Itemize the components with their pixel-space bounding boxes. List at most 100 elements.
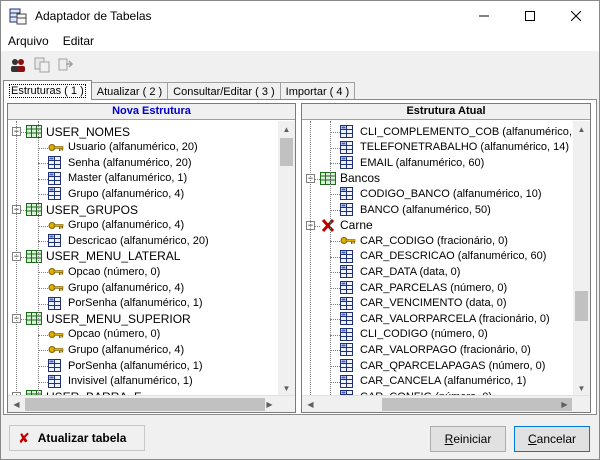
tree-field-node[interactable]: Invisivel (alfanumérico, 1) xyxy=(48,374,193,389)
tree-field-node[interactable]: Grupo (alfanumérico, 4) xyxy=(48,342,184,357)
reset-button[interactable]: Reiniciar xyxy=(430,426,506,452)
field-icon xyxy=(48,359,64,372)
tree-table-node[interactable]: USER_MENU_LATERAL xyxy=(26,249,180,264)
table-copy-icon xyxy=(34,57,50,73)
tab-label: Consultar/Editar ( 3 ) xyxy=(173,85,275,98)
tree-field-node[interactable]: CAR_DESCRICAO (alfanumérico, 60) xyxy=(340,249,546,264)
tree-connector xyxy=(38,241,48,243)
tree-field-node[interactable]: Descricao (alfanumérico, 20) xyxy=(48,233,209,248)
field-icon xyxy=(340,281,356,294)
field-icon xyxy=(340,125,356,138)
tree-field-node[interactable]: EMAIL (alfanumérico, 60) xyxy=(340,155,484,170)
tree-field-node[interactable]: CODIGO_BANCO (alfanumérico, 10) xyxy=(340,186,542,201)
tree-connector xyxy=(38,381,48,383)
tree-connector xyxy=(330,303,340,305)
update-table-button[interactable]: ✘ Atualizar tabela xyxy=(9,425,145,451)
table-icon xyxy=(26,203,42,216)
tree-connector xyxy=(330,147,340,149)
scroll-right-icon[interactable]: ▶ xyxy=(556,396,573,412)
field-icon xyxy=(48,374,64,388)
tree-field-node[interactable]: CAR_VALORPARCELA (fracionário, 0) xyxy=(340,311,550,326)
tree-field-node[interactable]: CAR_CANCELA (alfanumérico, 1) xyxy=(340,374,526,389)
tree-field-node[interactable]: Usuario (alfanumérico, 20) xyxy=(48,140,198,155)
tree-table-node[interactable]: Carne xyxy=(320,218,373,233)
tab-estruturas[interactable]: Estruturas ( 1 ) xyxy=(3,80,92,100)
tree-field-node[interactable]: CLI_COMPLEMENTO_COB (alfanumérico, 30) xyxy=(340,124,590,139)
current-structure-header: Estrutura Atual xyxy=(302,104,590,120)
scroll-right-icon[interactable]: ▶ xyxy=(261,396,278,412)
cancel-button[interactable]: Cancelar xyxy=(514,426,590,452)
tree-node-label: Usuario (alfanumérico, 20) xyxy=(68,141,198,154)
tree-field-node[interactable]: Master (alfanumérico, 1) xyxy=(48,171,187,186)
tree-node-label: CAR_DESCRICAO (alfanumérico, 60) xyxy=(360,250,547,263)
tree-field-node[interactable]: PorSenha (alfanumérico, 1) xyxy=(48,358,203,373)
menu-bar: Arquivo Editar xyxy=(1,31,599,51)
tree-connector xyxy=(38,225,48,227)
maximize-button[interactable] xyxy=(507,1,553,31)
field-icon xyxy=(48,171,64,185)
tree-field-node[interactable]: CLI_CODIGO (número, 0) xyxy=(340,327,488,342)
scroll-up-icon[interactable]: ▲ xyxy=(278,121,295,138)
tree-connector xyxy=(330,288,340,289)
right-vertical-scrollbar[interactable]: ▲ ▼ xyxy=(573,121,590,397)
tree-field-node[interactable]: BANCO (alfanumérico, 50) xyxy=(340,202,491,217)
scroll-up-icon[interactable]: ▲ xyxy=(573,121,590,138)
scroll-thumb[interactable] xyxy=(575,291,588,321)
tree-connector xyxy=(38,194,48,196)
close-button[interactable] xyxy=(553,1,599,31)
left-horizontal-scrollbar[interactable]: ◀ ▶ xyxy=(8,395,295,412)
tree-table-node[interactable]: USER_MENU_SUPERIOR xyxy=(26,311,191,326)
key-icon xyxy=(48,281,64,294)
right-horizontal-scrollbar[interactable]: ◀ ▶ xyxy=(302,395,590,412)
scroll-thumb[interactable] xyxy=(280,138,293,166)
scroll-left-icon[interactable]: ◀ xyxy=(8,396,25,412)
tree-field-node[interactable]: Senha (alfanumérico, 20) xyxy=(48,155,192,170)
tree-field-node[interactable]: Grupo (alfanumérico, 4) xyxy=(48,186,184,201)
tree-field-node[interactable]: CAR_PARCELAS (número, 0) xyxy=(340,280,507,295)
field-icon xyxy=(340,140,356,154)
tree-field-node[interactable]: CAR_QPARCELAPAGAS (número, 0) xyxy=(340,358,545,373)
tree-field-node[interactable]: Opcao (número, 0) xyxy=(48,264,160,279)
tree-node-label: Descricao (alfanumérico, 20) xyxy=(68,234,209,247)
minimize-button[interactable] xyxy=(461,1,507,31)
tree-field-node[interactable]: CAR_CODIGO (fracionário, 0) xyxy=(340,233,508,248)
menu-arquivo[interactable]: Arquivo xyxy=(1,34,56,48)
table-icon xyxy=(26,312,42,326)
tree-field-node[interactable]: PorSenha (alfanumérico, 1) xyxy=(48,296,203,311)
tree-field-node[interactable]: Grupo (alfanumérico, 4) xyxy=(48,218,184,233)
table-copy-button[interactable] xyxy=(31,54,53,76)
tree-table-node[interactable]: USER_NOMES xyxy=(26,124,130,139)
tree-field-node[interactable]: TELEFONETRABALHO (alfanumérico, 14) xyxy=(340,140,569,155)
new-structure-tree[interactable]: USER_NOMES − Usuario (alfanumérico, 20) Sen… xyxy=(8,121,295,397)
cancel-label: Cancelar xyxy=(527,432,577,446)
users-icon xyxy=(11,59,25,72)
scroll-left-icon[interactable]: ◀ xyxy=(302,396,319,412)
export-button[interactable] xyxy=(55,54,77,76)
tree-field-node[interactable]: Opcao (número, 0) xyxy=(48,327,160,342)
current-structure-tree[interactable]: CLI_COMPLEMENTO_COB (alfanumérico, 30) TE… xyxy=(302,121,590,397)
tree-field-node[interactable]: CAR_VALORPAGO (fracionário, 0) xyxy=(340,342,531,357)
title-bar[interactable]: Adaptador de Tabelas xyxy=(1,1,599,31)
window-title: Adaptador de Tabelas xyxy=(35,9,152,23)
menu-editar[interactable]: Editar xyxy=(56,34,101,48)
tree-connector xyxy=(38,334,48,336)
tab-consultar-editar[interactable]: Consultar/Editar ( 3 ) xyxy=(167,82,281,100)
tab-atualizar[interactable]: Atualizar ( 2 ) xyxy=(90,82,169,100)
tree-table-node[interactable]: USER_GRUPOS xyxy=(26,202,138,217)
scroll-thumb[interactable] xyxy=(382,398,572,411)
current-structure-pane: Estrutura Atual CLI_COMPLEMENTO_COB (alf… xyxy=(301,103,591,413)
table-icon xyxy=(26,125,42,138)
users-button[interactable] xyxy=(7,54,29,76)
tab-importar[interactable]: Importar ( 4 ) xyxy=(279,82,356,100)
tree-table-node[interactable]: Bancos xyxy=(320,171,380,186)
tree-node-label: USER_NOMES xyxy=(46,124,131,139)
tree-field-node[interactable]: Grupo (alfanumérico, 4) xyxy=(48,280,184,295)
left-vertical-scrollbar[interactable]: ▲ ▼ xyxy=(278,121,295,397)
tree-field-node[interactable]: CAR_DATA (data, 0) xyxy=(340,264,460,279)
close-icon xyxy=(571,11,581,21)
tree-node-label: TELEFONETRABALHO (alfanumérico, 14) xyxy=(360,141,570,154)
tree-field-node[interactable]: CAR_VENCIMENTO (data, 0) xyxy=(340,296,507,311)
scroll-thumb[interactable] xyxy=(25,398,265,411)
tree-node-label: PorSenha (alfanumérico, 1) xyxy=(68,297,203,310)
app-window: Adaptador de Tabelas Arquivo Editar Estr… xyxy=(0,0,600,460)
